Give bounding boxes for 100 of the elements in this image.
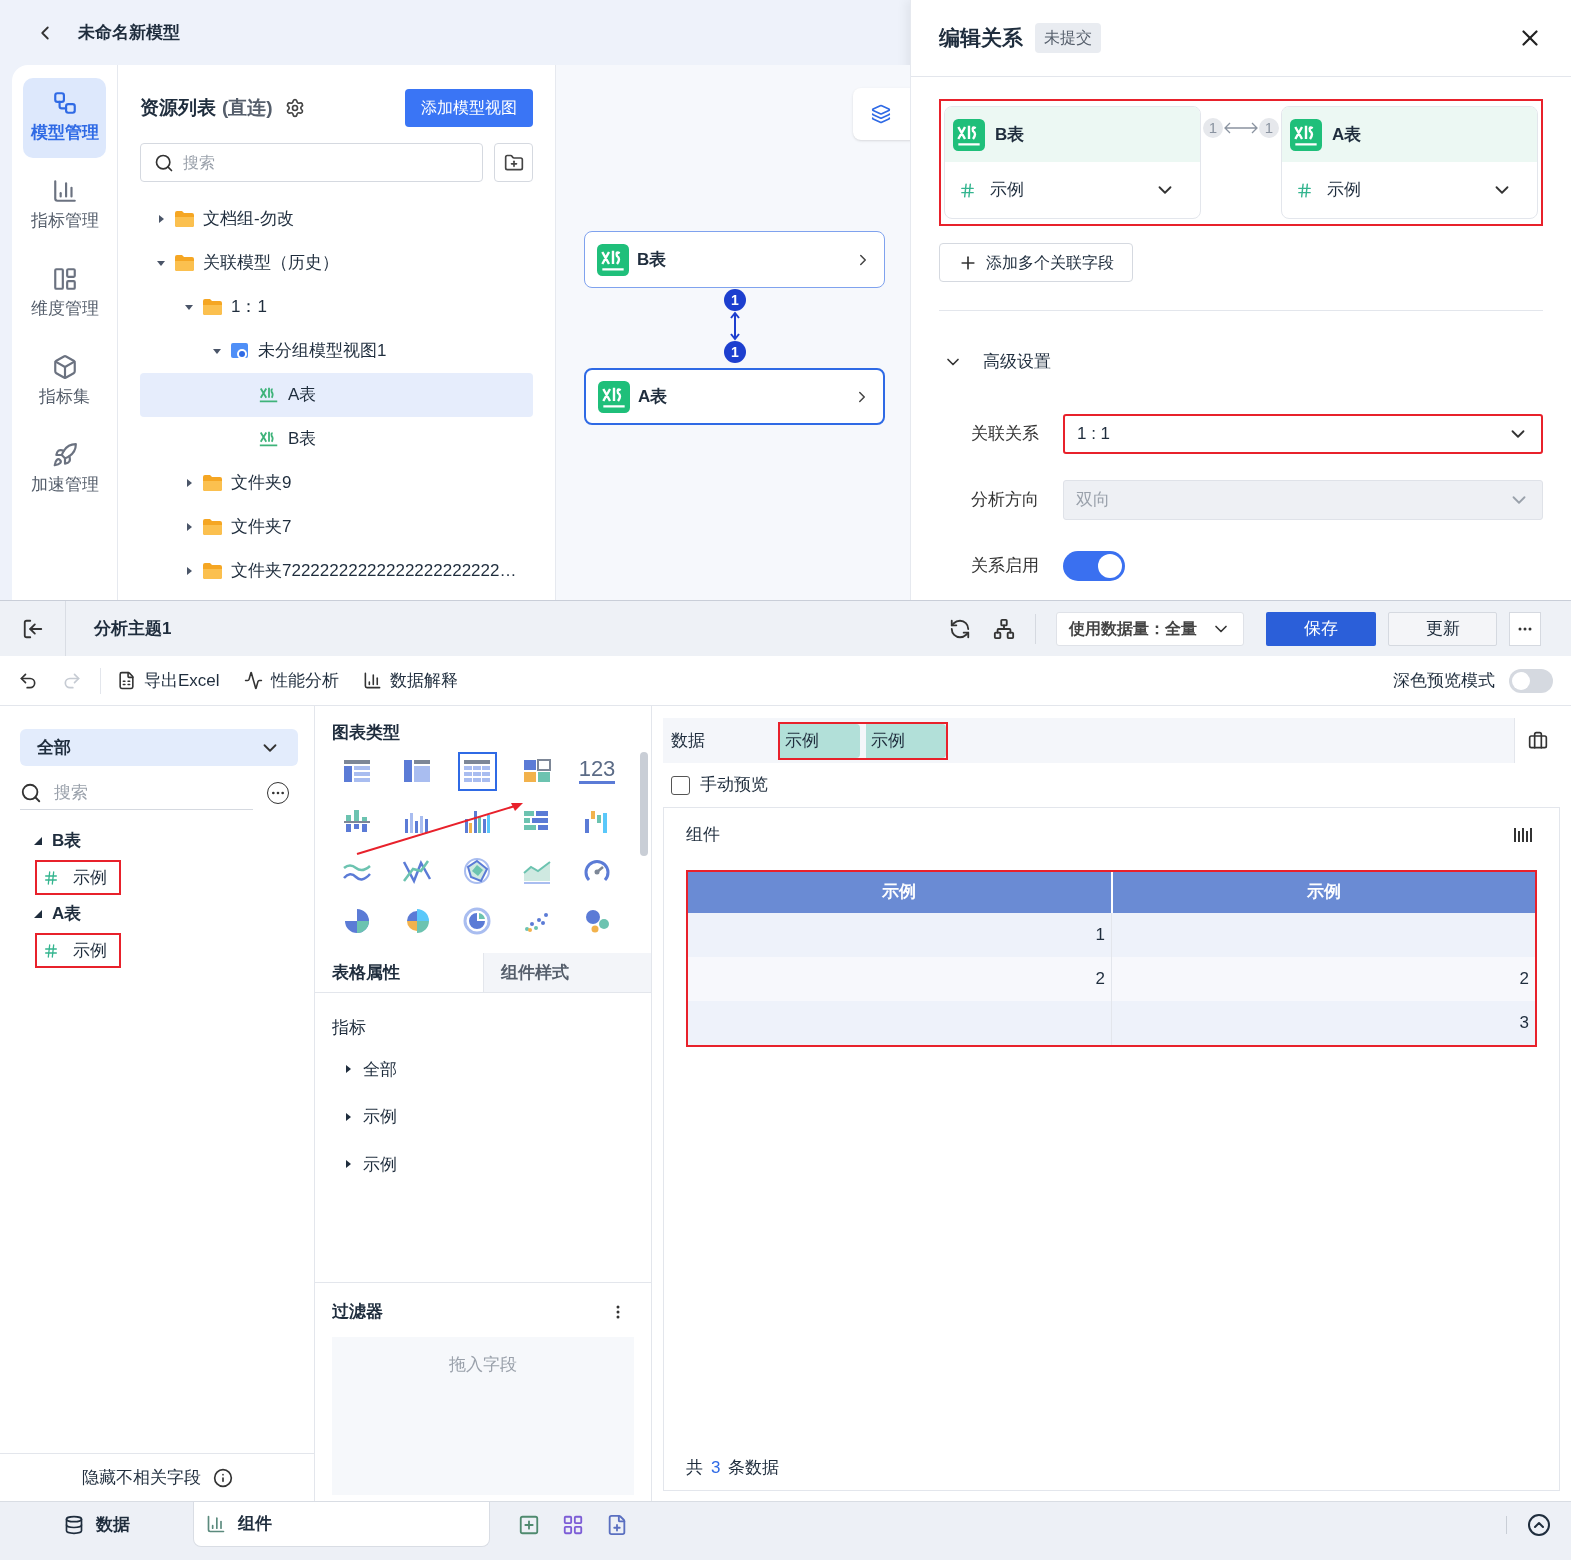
update-button[interactable]: 更新 [1388,611,1497,646]
caret-icon[interactable] [343,1111,353,1122]
field-item[interactable]: 示例 [35,933,121,968]
field-chip[interactable]: 示例 [866,723,946,758]
nav-item[interactable]: 指标管理 [23,166,106,246]
toolbar-button[interactable]: 数据解释 [362,667,458,694]
toolbar-button[interactable]: 性能分析 [243,667,339,694]
field-group[interactable]: B表 [20,824,294,858]
chart-type-button[interactable]: 123 [577,751,617,791]
new-folder-button[interactable] [494,143,533,182]
data-volume-select[interactable]: 使用数据量：全量 [1056,611,1244,646]
tree-item[interactable]: 关联模型（历史） [140,241,533,285]
search-field[interactable]: 搜索 [20,776,253,810]
database-icon [63,1514,84,1535]
toggle-switch[interactable] [1509,668,1553,693]
scrollbar[interactable] [640,752,648,856]
field-chip[interactable]: 示例 [780,723,860,758]
tree-item[interactable]: A表 [140,373,533,417]
caret-icon [34,837,42,845]
caret-icon[interactable] [184,566,194,576]
tree-item[interactable]: 1：1 [140,285,533,329]
settings-icon[interactable] [284,98,305,118]
caret-icon[interactable] [156,258,166,268]
section-title: 图表类型 [332,723,400,742]
caret-icon[interactable] [184,478,194,488]
grid-icon [521,757,553,785]
checkbox[interactable] [671,775,690,795]
toolbar-button[interactable]: 导出Excel [117,667,220,694]
bottom-tab[interactable]: 组件 [193,1502,490,1547]
cardinality-badge: 1 [724,341,746,363]
window-title: 未命名新模型 [78,21,180,44]
barcode-icon[interactable] [1513,825,1533,844]
nav-item[interactable]: 加速管理 [23,430,106,510]
chart-type-button[interactable] [457,751,497,791]
nav-item[interactable]: 维度管理 [23,254,106,334]
folder-icon [202,298,223,316]
chart-icon [206,1514,226,1534]
tree-item[interactable]: 文档组-勿改 [140,197,533,241]
metric-item[interactable]: 示例 [343,1104,634,1130]
view-icon [230,341,250,361]
caret-icon[interactable] [156,214,166,224]
spreadsheet-icon [117,671,136,690]
setting-label: 关系启用 [970,555,1040,578]
select-field[interactable]: 1 : 1 [1063,414,1543,454]
collapse-icon[interactable] [1527,1512,1551,1537]
hash-icon [43,942,59,959]
tree-item[interactable]: B表 [140,417,533,461]
tree-item[interactable]: 未分组模型视图1 [140,329,533,373]
field-item[interactable]: 示例 [35,860,121,895]
advanced-settings-toggle[interactable]: 高级设置 [939,342,1543,382]
diagram-icon[interactable] [993,617,1015,640]
total-label: 条数据 [728,1456,780,1479]
grid-icon[interactable] [562,1513,584,1536]
toggle-switch[interactable] [1063,551,1125,581]
undo-icon[interactable] [18,670,38,691]
save-button[interactable]: 保存 [1266,611,1376,646]
refresh-icon[interactable] [949,617,971,640]
scope-select[interactable]: 全部 [20,729,298,766]
tree-item[interactable]: 文件夹9 [140,461,533,505]
file-plus-icon[interactable] [606,1513,628,1536]
panel-tab[interactable]: 组件样式 [482,953,651,992]
nav-item[interactable]: 模型管理 [23,78,106,158]
spreadsheet-icon [1290,118,1322,151]
hide-fields-label[interactable]: 隐藏不相关字段 [81,1464,201,1491]
field-group[interactable]: A表 [20,897,294,931]
square-plus-icon[interactable] [518,1513,540,1536]
tree-item[interactable]: 文件夹72222222222222222222222… [140,549,533,593]
bottom-tab[interactable]: 数据 [0,1502,193,1547]
analysis-title: 分析主题1 [94,617,172,640]
table-node[interactable]: B表 [584,231,885,288]
radar-chart-icon [461,857,493,885]
caret-icon[interactable] [212,346,222,356]
add-layer-button[interactable] [853,88,910,140]
nav-item[interactable]: 指标集 [23,342,106,422]
hash-icon [43,869,59,886]
drawer-title: 编辑关系 [939,25,1023,52]
table-node[interactable]: A表 [584,368,885,425]
caret-icon[interactable] [343,1159,353,1170]
tree-item[interactable]: 文件夹7 [140,505,533,549]
more-icon[interactable] [616,1304,620,1319]
field-select[interactable]: 示例 [945,162,1200,218]
add-field-button[interactable]: 添加多个关联字段 [939,243,1133,282]
metric-item[interactable]: 示例 [343,1151,634,1177]
tree-item-label: A表 [288,384,317,407]
setting-label: 分析方向 [970,489,1040,512]
caret-icon[interactable] [184,522,194,532]
info-icon[interactable] [212,1467,233,1488]
caret-icon[interactable] [343,1064,353,1075]
search-field[interactable]: 搜索 [140,143,483,182]
add-view-button[interactable]: 添加模型视图 [405,89,533,127]
metric-item[interactable]: 全部 [343,1056,634,1082]
table-name: B表 [995,123,1025,146]
exit-icon[interactable] [21,617,44,640]
briefcase-icon[interactable] [1527,730,1548,751]
layers-icon [871,104,891,124]
table-icon [461,757,493,785]
field-select[interactable]: 示例 [1282,162,1537,218]
caret-icon[interactable] [184,302,194,312]
folder-icon [174,254,195,272]
table-name: A表 [1332,123,1362,146]
